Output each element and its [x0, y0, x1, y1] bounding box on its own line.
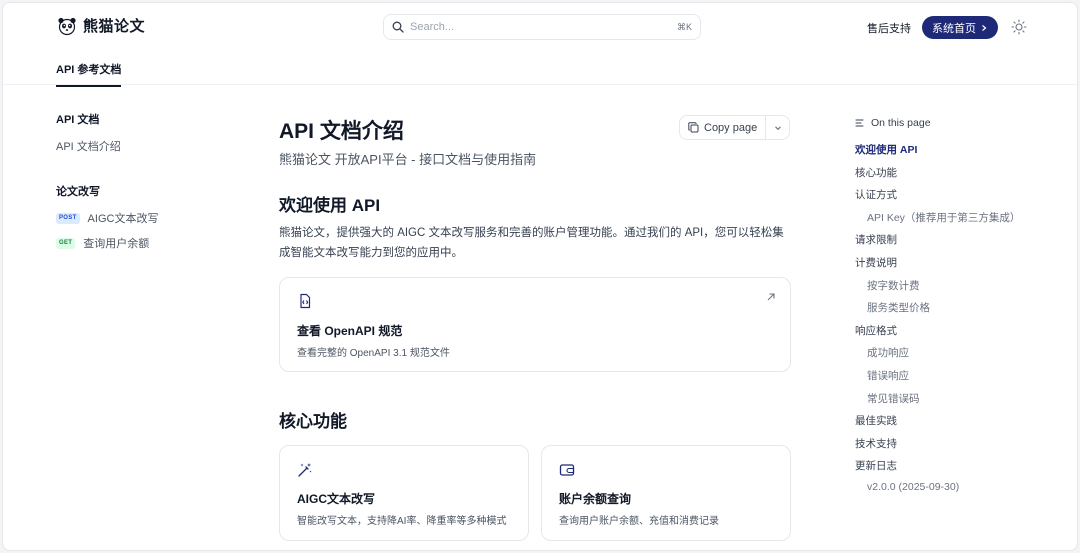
sidebar-item-aigc-rewrite[interactable]: POST AIGC文本改写: [56, 211, 158, 225]
sidebar-item-balance[interactable]: GET 查询用户余额: [56, 236, 149, 250]
list-icon: [855, 118, 864, 127]
method-badge: GET: [56, 237, 76, 249]
top-navbar: 熊猫论文 Search... ⌘K 售后支持 系统首页: [3, 3, 1077, 51]
search-icon: [392, 21, 404, 33]
search-shortcut: ⌘K: [676, 21, 692, 32]
toc-item[interactable]: 核心功能: [855, 165, 897, 180]
feature-card-balance[interactable]: 账户余额查询 查询用户账户余额、充值和消费记录: [541, 445, 791, 541]
sidebar-section-title: API 文档: [56, 114, 100, 126]
copy-page-group: Copy page: [679, 115, 790, 140]
toc-item[interactable]: 最佳实践: [855, 413, 897, 428]
method-badge: POST: [56, 212, 80, 224]
home-button[interactable]: 系统首页: [922, 16, 998, 39]
card-description: 查看完整的 OpenAPI 3.1 规范文件: [297, 348, 450, 359]
card-title: 查看 OpenAPI 规范: [297, 324, 403, 338]
search-placeholder: Search...: [410, 21, 455, 33]
card-description: 智能改写文本，支持降AI率、降重率等多种模式: [297, 516, 507, 527]
copy-page-button[interactable]: Copy page: [680, 116, 767, 139]
toc-item[interactable]: 计费说明: [855, 255, 897, 270]
toc-item[interactable]: 更新日志: [855, 458, 897, 473]
panda-logo-icon: [58, 17, 76, 35]
card-title: 账户余额查询: [559, 492, 632, 506]
toc-item[interactable]: 欢迎使用 API: [855, 142, 917, 157]
openapi-card[interactable]: 查看 OpenAPI 规范 查看完整的 OpenAPI 3.1 规范文件: [279, 277, 791, 372]
toc-item[interactable]: 技术支持: [855, 436, 897, 451]
toc-item[interactable]: API Key（推荐用于第三方集成）: [867, 210, 1020, 225]
toc-item[interactable]: 请求限制: [855, 232, 897, 247]
features-heading: 核心功能: [279, 412, 347, 431]
sidebar-item-label: AIGC文本改写: [87, 213, 159, 225]
toc-item[interactable]: 认证方式: [855, 187, 897, 202]
sidebar-item-api-intro[interactable]: API 文档介绍: [56, 139, 121, 153]
card-description: 查询用户账户余额、充值和消费记录: [559, 516, 719, 527]
search-bar[interactable]: Search... ⌘K: [383, 14, 701, 40]
chevron-down-icon: [774, 125, 781, 130]
toc-item[interactable]: v2.0.0 (2025-09-30): [867, 481, 959, 493]
copy-options-button[interactable]: [766, 116, 789, 139]
toc-heading-label: On this page: [871, 116, 931, 129]
welcome-heading: 欢迎使用 API: [279, 196, 381, 215]
chevron-right-icon: [982, 24, 987, 31]
toc-item[interactable]: 按字数计费: [867, 278, 920, 293]
page-subtitle: 熊猫论文 开放API平台 - 接口文档与使用指南: [279, 152, 537, 167]
toc-item[interactable]: 常见错误码: [867, 391, 920, 406]
home-button-label: 系统首页: [932, 22, 976, 35]
feature-card-aigc[interactable]: AIGC文本改写 智能改写文本，支持降AI率、降重率等多种模式: [279, 445, 529, 541]
copy-icon: [688, 122, 699, 133]
toc-item[interactable]: 服务类型价格: [867, 300, 930, 315]
welcome-paragraph: 熊猫论文，提供强大的 AIGC 文本改写服务和完善的账户管理功能。通过我们的 A…: [279, 227, 784, 259]
sidebar-section-title: 论文改写: [56, 186, 100, 198]
sun-icon[interactable]: [1011, 19, 1027, 35]
brand[interactable]: 熊猫论文: [57, 15, 145, 36]
toc-item[interactable]: 错误响应: [867, 368, 909, 383]
app-window: 熊猫论文 Search... ⌘K 售后支持 系统首页 API 参考文档 API…: [2, 2, 1078, 551]
card-title: AIGC文本改写: [297, 492, 376, 506]
page-title: API 文档介绍: [279, 120, 404, 143]
code-file-icon: [300, 293, 311, 309]
copy-page-label: Copy page: [704, 121, 758, 134]
sidebar-item-label: 查询用户余额: [83, 238, 150, 250]
sidebar-item-label: API 文档介绍: [56, 141, 121, 153]
tab-bar: API 参考文档: [3, 51, 1077, 87]
wallet-icon: [559, 464, 575, 476]
toc-item[interactable]: 响应格式: [855, 323, 897, 338]
magic-wand-icon: [298, 463, 312, 477]
table-of-contents: On this page 欢迎使用 API 核心功能认证方式 API Key（推荐用…: [855, 115, 1055, 494]
external-link-icon: [767, 293, 775, 301]
toc-item[interactable]: 成功响应: [867, 345, 909, 360]
tab-api-reference[interactable]: API 参考文档: [56, 61, 122, 87]
brand-name: 熊猫论文: [83, 18, 146, 35]
support-link[interactable]: 售后支持: [867, 20, 911, 36]
toc-heading: On this page: [855, 115, 1055, 130]
